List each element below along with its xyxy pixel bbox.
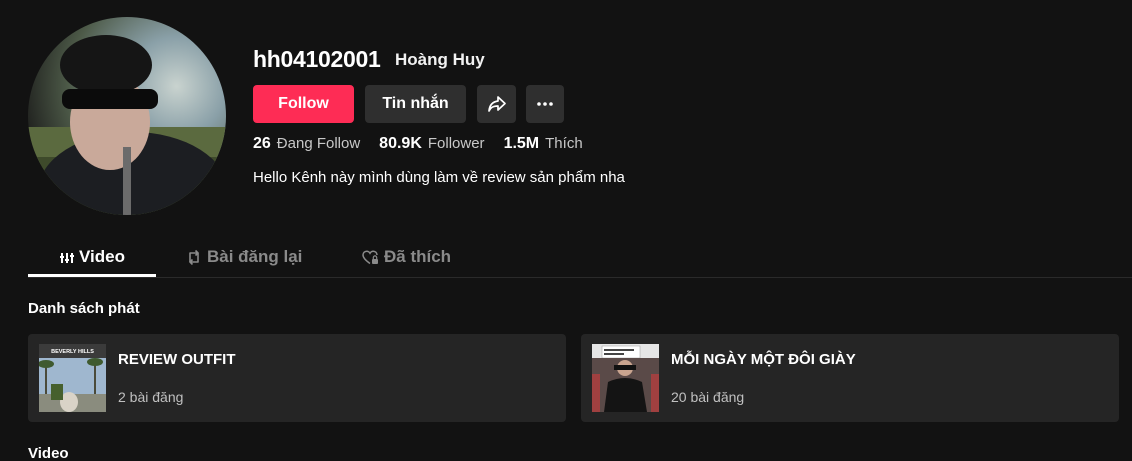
repost-icon: [189, 249, 199, 265]
playlist-count: 2 bài đăng: [118, 389, 184, 405]
profile-stats: 26 Đang Follow 80.9K Follower 1.5M Thích: [253, 135, 602, 153]
tab-liked-label: Đã thích: [384, 247, 452, 266]
message-button-label: Tin nhắn: [382, 95, 449, 112]
followers-count[interactable]: 80.9K: [379, 135, 422, 153]
playlist-thumb-text: BEVERLY HILLS: [51, 349, 94, 355]
active-tab-indicator: [28, 274, 156, 277]
playlists-section-title: Danh sách phát: [28, 300, 140, 317]
profile-nickname: Hoàng Huy: [395, 50, 485, 69]
playlist-card[interactable]: MỖI NGÀY MỘT ĐÔI GIÀY 20 bài đăng: [581, 334, 1119, 422]
likes-label: Thích: [545, 135, 583, 152]
tab-repost[interactable]: Bài đăng lại: [186, 238, 302, 276]
avatar-image: [28, 35, 226, 215]
followers-label[interactable]: Follower: [428, 135, 485, 152]
tab-video-label: Video: [79, 247, 125, 266]
follow-button[interactable]: Follow: [253, 85, 354, 123]
profile-username: hh04102001: [253, 46, 381, 72]
tab-liked[interactable]: Đã thích: [362, 238, 451, 276]
tab-repost-label: Bài đăng lại: [207, 247, 303, 266]
playlist-card[interactable]: BEVERLY HILLS REVIEW OUTFIT 2 bài đăng: [28, 334, 566, 422]
profile-tabs: Video Bài đăng lại Đã thích: [28, 238, 1132, 278]
following-count[interactable]: 26: [253, 135, 271, 153]
playlist-title: MỖI NGÀY MỘT ĐÔI GIÀY: [671, 351, 856, 368]
profile-bio: Hello Kênh này mình dùng làm về review s…: [253, 169, 625, 186]
more-button[interactable]: [526, 85, 564, 123]
playlist-thumbnail: [592, 344, 659, 412]
follow-button-label: Follow: [278, 95, 329, 112]
videos-section-title: Video: [28, 445, 69, 461]
playlist-thumbnail: BEVERLY HILLS: [39, 344, 106, 412]
playlist-count: 20 bài đăng: [671, 389, 745, 405]
share-button[interactable]: [477, 85, 516, 123]
following-label[interactable]: Đang Follow: [277, 135, 360, 152]
profile-avatar[interactable]: [28, 17, 226, 215]
heart-locked-icon: [362, 249, 378, 264]
playlist-title: REVIEW OUTFIT: [118, 351, 236, 368]
likes-count: 1.5M: [503, 135, 540, 152]
grid-icon: [60, 253, 74, 263]
tab-video[interactable]: Video: [60, 238, 125, 276]
more-icon: [537, 102, 553, 106]
share-icon: [487, 96, 506, 112]
message-button[interactable]: Tin nhắn: [365, 85, 466, 123]
